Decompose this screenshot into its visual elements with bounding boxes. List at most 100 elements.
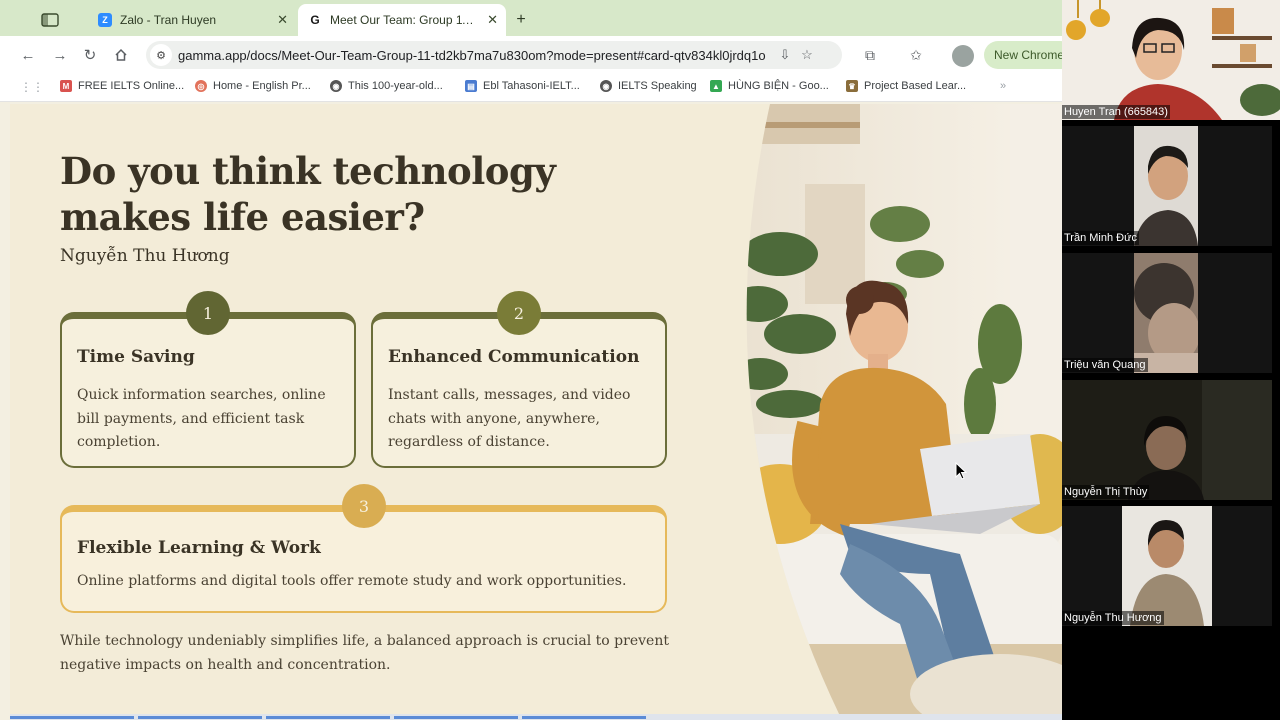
participant-tile[interactable]: Nguyễn Thị Thùy: [1062, 380, 1272, 500]
tab-bar: Z Zalo - Tran Huyen ✕ G Meet Our Team: G…: [0, 0, 1062, 36]
card-title: Enhanced Communication: [388, 347, 640, 367]
progress-segment: [522, 716, 646, 719]
woman-laptop-illustration: [746, 104, 1062, 716]
bookmark-label: FREE IELTS Online...: [78, 80, 185, 92]
presentation-slide: Do you think technology makes life easie…: [10, 104, 1062, 716]
new-tab-button[interactable]: +: [508, 4, 534, 36]
participant-panel: Huyen Tran (665843) Trần Minh Đức Triệu …: [1062, 0, 1280, 720]
bookmark-favicon-icon: M: [60, 80, 72, 92]
progress-segment: [266, 716, 390, 719]
tab-label: Meet Our Team: Group 11 | Ga: [330, 13, 480, 27]
bookmark-favicon-icon: ◎: [195, 80, 207, 92]
participant-tile[interactable]: Huyen Tran (665843): [1062, 0, 1280, 120]
star-list-icon: ✩: [910, 46, 922, 63]
apps-icon[interactable]: ⋮⋮: [20, 80, 44, 94]
participant-name: Huyen Tran (665843): [1062, 105, 1170, 119]
participant-name: Nguyễn Thị Thùy: [1062, 485, 1150, 499]
participant-video: [1134, 253, 1198, 373]
participant-tile[interactable]: Triệu văn Quang: [1062, 253, 1272, 373]
bookmark-item[interactable]: ♛ Project Based Lear...: [846, 80, 966, 92]
gamma-icon: G: [308, 13, 322, 27]
new-chrome-button[interactable]: New Chrome: [984, 41, 1062, 69]
bookmark-item[interactable]: ▤ Ebl Tahasoni-IELT...: [465, 80, 580, 92]
bookmarks-bar: ⋮⋮ M FREE IELTS Online... ◎ Home - English…: [0, 74, 1062, 102]
globe-icon: ◉: [330, 80, 342, 92]
puzzle-icon: ⧉: [865, 46, 875, 63]
card-body: Instant calls, messages, and video chats…: [388, 387, 631, 450]
toolbar: ← → ↻ ⚙ gamma.app/docs/Meet-Our-Team-Gro…: [0, 36, 1062, 74]
card-body: Quick information searches, online bill …: [77, 387, 326, 450]
card-body: Online platforms and digital tools offer…: [77, 573, 627, 589]
tab-zalo[interactable]: Z Zalo - Tran Huyen ✕: [88, 4, 296, 36]
card-title: Flexible Learning & Work: [77, 538, 321, 558]
bookmark-label: Project Based Lear...: [864, 80, 967, 92]
participant-video: [1134, 126, 1198, 246]
slide-conclusion: While technology undeniably simplifies l…: [60, 633, 669, 673]
tab-search-icon: [41, 13, 59, 27]
bookmark-label: Home - English Pr...: [213, 80, 311, 92]
bookmark-item[interactable]: ◎ Home - English Pr...: [195, 80, 311, 92]
browser-window: Z Zalo - Tran Huyen ✕ G Meet Our Team: G…: [0, 0, 1062, 720]
participant-name: Triệu văn Quang: [1062, 358, 1148, 372]
progress-segment: [394, 716, 518, 719]
benefit-card-2: 2 Enhanced Communication Instant calls, …: [371, 291, 667, 468]
bookmark-item[interactable]: ◉ IELTS Speaking: [600, 80, 697, 92]
profile-avatar[interactable]: [952, 45, 974, 67]
card-title: Time Saving: [77, 347, 195, 367]
more-bookmarks-icon[interactable]: »: [1000, 80, 1006, 92]
reload-icon: ↻: [83, 47, 97, 64]
home-icon: [115, 48, 127, 61]
bookmark-label: This 100-year-old...: [348, 80, 443, 92]
bookmark-label: Ebl Tahasoni-IELT...: [483, 80, 580, 92]
bookmark-item[interactable]: M FREE IELTS Online...: [60, 80, 184, 92]
participant-name: Nguyễn Thu Hương: [1062, 611, 1164, 625]
participant-name: Trần Minh Đức: [1062, 231, 1139, 245]
tab-search-button[interactable]: [28, 4, 72, 36]
site-settings-icon[interactable]: ⚙: [150, 44, 172, 66]
participant-video: [1062, 0, 1280, 120]
card-number-badge: 3: [342, 484, 386, 528]
progress-segment: [10, 716, 134, 719]
url-text: gamma.app/docs/Meet-Our-Team-Group-11-td…: [178, 47, 766, 63]
progress-segment: [138, 716, 262, 719]
benefit-card-1: 1 Time Saving Quick information searches…: [60, 291, 356, 468]
slide-heading: Do you think technology makes life easie…: [60, 149, 556, 239]
document-icon: ▤: [465, 80, 477, 92]
close-tab-icon[interactable]: ✕: [487, 12, 498, 28]
bookmark-star-icon[interactable]: ☆: [796, 47, 818, 63]
slide-author: Nguyễn Thu Hương: [60, 246, 230, 266]
reload-button[interactable]: ↻: [80, 45, 100, 65]
extensions-button[interactable]: ⧉: [860, 45, 880, 65]
card-number-badge: 1: [186, 291, 230, 335]
tab-gamma[interactable]: G Meet Our Team: Group 11 | Ga ✕: [298, 4, 506, 36]
bookmark-label: IELTS Speaking: [618, 80, 697, 92]
participant-tile[interactable]: Nguyễn Thu Hương: [1062, 506, 1272, 626]
address-bar[interactable]: ⚙ gamma.app/docs/Meet-Our-Team-Group-11-…: [146, 41, 842, 69]
slide-photo: [710, 104, 1062, 716]
close-tab-icon[interactable]: ✕: [277, 12, 288, 28]
presentation-progress-bar: [10, 714, 1062, 720]
reading-list-button[interactable]: ✩: [906, 45, 926, 65]
mouse-cursor-icon: [955, 462, 967, 480]
back-button[interactable]: ←: [18, 45, 38, 65]
arrow-left-icon: ←: [20, 46, 36, 64]
screen: Z Zalo - Tran Huyen ✕ G Meet Our Team: G…: [0, 0, 1280, 720]
home-button[interactable]: [111, 45, 131, 65]
benefit-card-3: 3 Flexible Learning & Work Online platfo…: [60, 484, 667, 613]
zalo-icon: Z: [98, 13, 112, 27]
google-drive-icon: ▲: [710, 80, 722, 92]
participant-video: [1122, 506, 1212, 626]
arrow-right-icon: →: [52, 46, 68, 64]
globe-icon: ◉: [600, 80, 612, 92]
plus-icon: +: [516, 11, 526, 28]
bookmark-label: HÙNG BIỆN - Goo...: [728, 80, 829, 92]
participant-video: [1062, 380, 1272, 500]
install-app-icon[interactable]: ⇩: [774, 47, 796, 63]
forward-button[interactable]: →: [50, 45, 70, 65]
card-number-badge: 2: [497, 291, 541, 335]
bookmark-item[interactable]: ▲ HÙNG BIỆN - Goo...: [710, 80, 829, 92]
participant-tile[interactable]: Trần Minh Đức: [1062, 126, 1272, 246]
bookmark-favicon-icon: ♛: [846, 80, 858, 92]
tab-label: Zalo - Tran Huyen: [120, 13, 217, 27]
bookmark-item[interactable]: ◉ This 100-year-old...: [330, 80, 443, 92]
